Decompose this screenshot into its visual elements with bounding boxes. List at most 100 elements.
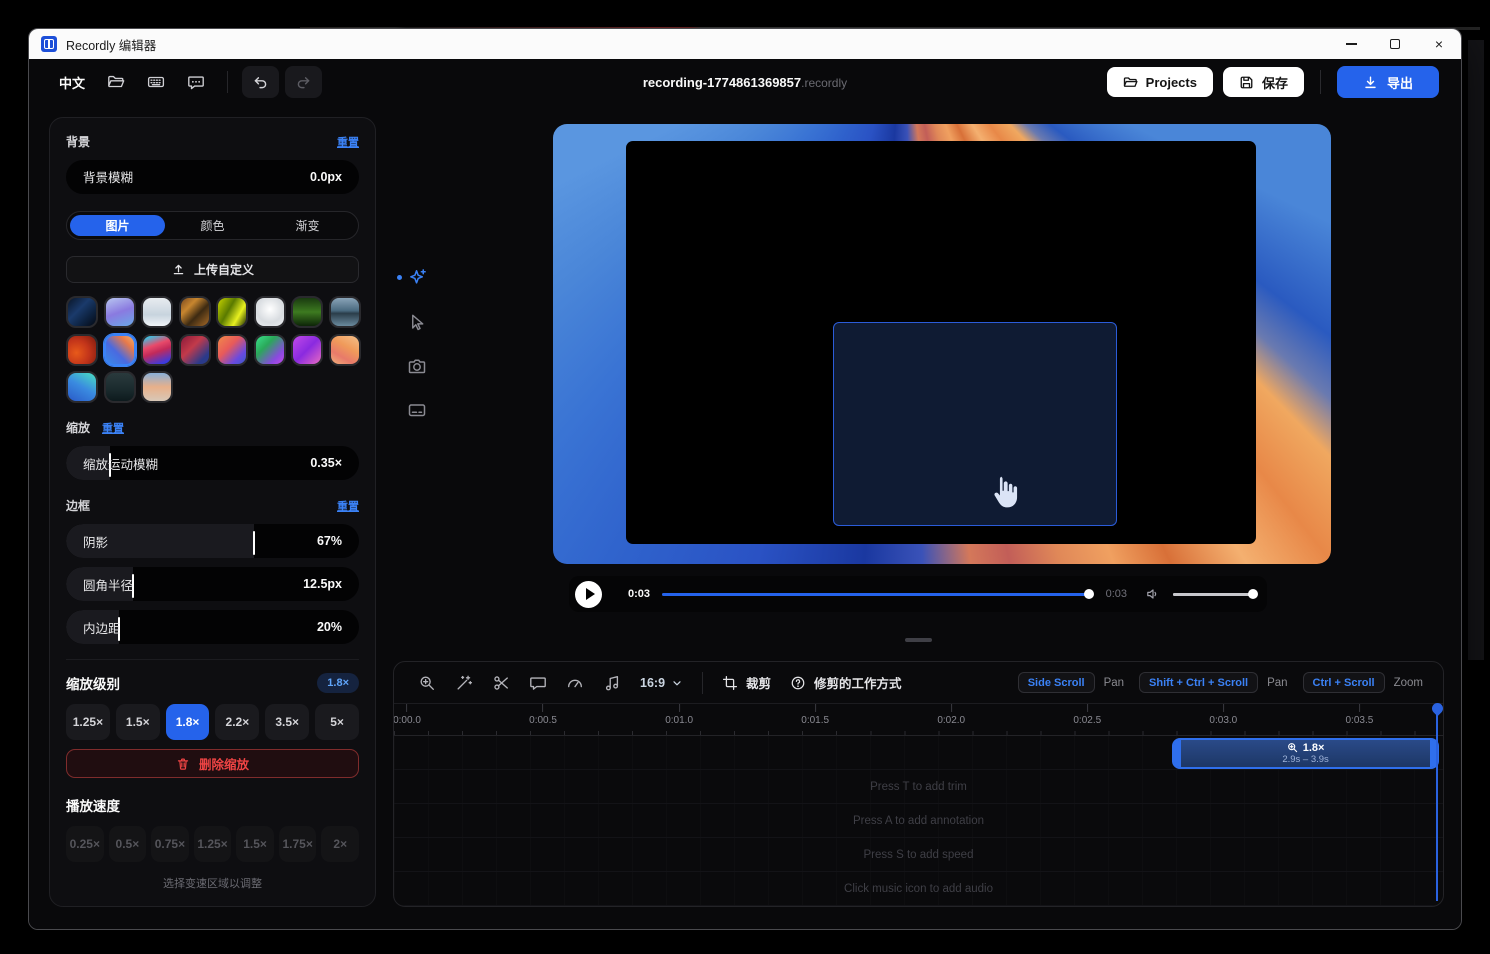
minimize-button[interactable] <box>1329 29 1373 59</box>
progress-knob[interactable] <box>1084 589 1094 599</box>
background-blur-slider[interactable]: 背景模糊 0.0px <box>66 160 359 194</box>
redo-button[interactable] <box>285 66 322 98</box>
padding-slider[interactable]: 内边距 20% <box>66 610 359 644</box>
background-thumbnail-aurora-green[interactable] <box>254 334 286 366</box>
editor-content: 中文 recording-1774861369857.recordly <box>29 59 1461 929</box>
background-thumbnail-pastel-clouds[interactable] <box>141 371 173 403</box>
camera-tool[interactable] <box>395 355 439 376</box>
upload-custom-button[interactable]: 上传自定义 <box>66 256 359 283</box>
zoom-level-option-1.5×[interactable]: 1.5× <box>116 704 160 740</box>
open-folder-icon[interactable] <box>107 73 125 91</box>
speed-option-1.75×[interactable]: 1.75× <box>279 826 317 862</box>
zoom-level-option-5×[interactable]: 5× <box>315 704 359 740</box>
caption-tool[interactable] <box>395 399 439 420</box>
speed-option-1.5×[interactable]: 1.5× <box>236 826 274 862</box>
ruler-tick-0:01.5: 0:01.5 <box>801 704 829 726</box>
zoom-block-left-handle[interactable] <box>1174 740 1181 767</box>
ruler-tick-0:02.5: 0:02.5 <box>1073 704 1101 726</box>
speed-option-0.75×[interactable]: 0.75× <box>151 826 189 862</box>
video-preview[interactable] <box>553 124 1331 564</box>
background-thumbnail-crimson-wave[interactable] <box>179 334 211 366</box>
hand-pointer-cursor <box>984 471 1026 513</box>
zoom-level-header: 缩放级别 1.8× <box>66 673 359 693</box>
undo-button[interactable] <box>242 66 279 98</box>
zoom-motion-blur-value: 0.35× <box>310 446 342 480</box>
border-reset-link[interactable]: 重置 <box>337 498 359 514</box>
export-button[interactable]: 导出 <box>1337 66 1439 98</box>
zoom-reset-link[interactable]: 重置 <box>102 420 124 436</box>
feedback-chat-icon[interactable] <box>187 73 205 91</box>
playhead[interactable] <box>1436 705 1438 901</box>
shadow-slider[interactable]: 阴影 67% <box>66 524 359 558</box>
scissors-icon[interactable] <box>492 674 510 692</box>
music-note-icon[interactable] <box>603 674 621 692</box>
speed-gauge-icon[interactable] <box>566 674 584 692</box>
maximize-button[interactable] <box>1373 29 1417 59</box>
background-type-tabs: 图片 颜色 渐变 <box>66 211 359 240</box>
background-thumbnail-violet[interactable] <box>291 334 323 366</box>
tab-color[interactable]: 颜色 <box>165 215 260 236</box>
zoom-level-option-2.2×[interactable]: 2.2× <box>215 704 259 740</box>
background-thumbnail-mountain-lake[interactable] <box>329 296 361 328</box>
active-dot <box>397 275 402 280</box>
crop-icon <box>722 675 738 691</box>
background-thumbnail-white-ripple[interactable] <box>254 296 286 328</box>
tab-gradient[interactable]: 渐变 <box>260 215 355 236</box>
background-thumbnail-monterey-orange[interactable] <box>329 334 361 366</box>
timeline-shortcuts: Side ScrollPanShift + Ctrl + ScrollPanCt… <box>1018 672 1429 693</box>
close-button[interactable]: × <box>1417 29 1461 59</box>
projects-button[interactable]: Projects <box>1107 67 1213 97</box>
timeline-zoom-block[interactable]: 1.8× 2.9s – 3.9s <box>1172 738 1438 769</box>
zoom-motion-blur-slider[interactable]: 缩放运动模糊 0.35× <box>66 446 359 480</box>
crop-button[interactable]: 裁剪 <box>722 673 771 692</box>
background-thumbnail-snow[interactable] <box>141 296 173 328</box>
keyboard-shortcuts-icon[interactable] <box>147 73 165 91</box>
background-thumbnail-bigsur[interactable] <box>141 334 173 366</box>
zoom-level-option-1.25×[interactable]: 1.25× <box>66 704 110 740</box>
volume-icon[interactable] <box>1145 586 1161 602</box>
background-thumbnail-acid-green[interactable] <box>216 296 248 328</box>
cursor-tool[interactable] <box>395 311 439 332</box>
background-thumbnail-sunset-wave[interactable] <box>216 334 248 366</box>
zoom-level-option-1.8×[interactable]: 1.8× <box>166 704 210 740</box>
annotation-bubble-icon[interactable] <box>529 674 547 692</box>
speed-option-0.5×[interactable]: 0.5× <box>109 826 147 862</box>
play-button[interactable] <box>575 581 602 608</box>
speed-option-1.25×[interactable]: 1.25× <box>194 826 232 862</box>
tab-image[interactable]: 图片 <box>70 215 165 236</box>
panel-resize-handle[interactable] <box>905 638 932 642</box>
border-section-header: 边框 重置 <box>66 497 359 514</box>
close-icon: × <box>1435 37 1443 51</box>
progress-bar[interactable] <box>662 593 1094 596</box>
aspect-ratio-dropdown[interactable]: 16:9 <box>640 676 683 690</box>
background-thumbnail-teal-rays[interactable] <box>66 371 98 403</box>
timeline-ruler[interactable]: 0:00.00:00.50:01.00:01.50:02.00:02.50:03… <box>394 704 1443 736</box>
trim-help-button[interactable]: 修剪的工作方式 <box>790 673 902 692</box>
divider <box>66 659 359 660</box>
save-button[interactable]: 保存 <box>1223 67 1304 97</box>
zoom-level-badge: 1.8× <box>317 673 359 693</box>
corner-radius-slider[interactable]: 圆角半径 12.5px <box>66 567 359 601</box>
background-thumbnail-autumn-forest[interactable] <box>179 296 211 328</box>
slider-handle[interactable] <box>253 531 255 555</box>
volume-slider[interactable] <box>1173 593 1253 596</box>
background-thumbnail-purple-haze[interactable] <box>104 296 136 328</box>
speed-option-2×[interactable]: 2× <box>321 826 359 862</box>
background-thumbnail-forest-green[interactable] <box>291 296 323 328</box>
background-reset-link[interactable]: 重置 <box>337 134 359 150</box>
timeline-toolbar-divider <box>702 672 703 694</box>
background-thumbnail-ember-flower[interactable] <box>66 334 98 366</box>
zoom-in-icon[interactable] <box>418 674 436 692</box>
language-button[interactable]: 中文 <box>59 73 85 92</box>
delete-zoom-button[interactable]: 删除缩放 <box>66 749 359 778</box>
speed-option-0.25×[interactable]: 0.25× <box>66 826 104 862</box>
zoom-selection-rect[interactable] <box>833 322 1117 527</box>
background-thumbnail-sequoia-rays[interactable] <box>104 334 136 366</box>
volume-knob[interactable] <box>1248 589 1258 599</box>
zoom-level-option-3.5×[interactable]: 3.5× <box>265 704 309 740</box>
background-thumbnail-aurora-dark[interactable] <box>66 296 98 328</box>
magic-wand-icon[interactable] <box>455 674 473 692</box>
effects-tool[interactable] <box>395 267 439 288</box>
timeline-tracks[interactable]: Press T to add trimPress A to add annota… <box>394 736 1443 906</box>
background-thumbnail-night-mountain[interactable] <box>104 371 136 403</box>
